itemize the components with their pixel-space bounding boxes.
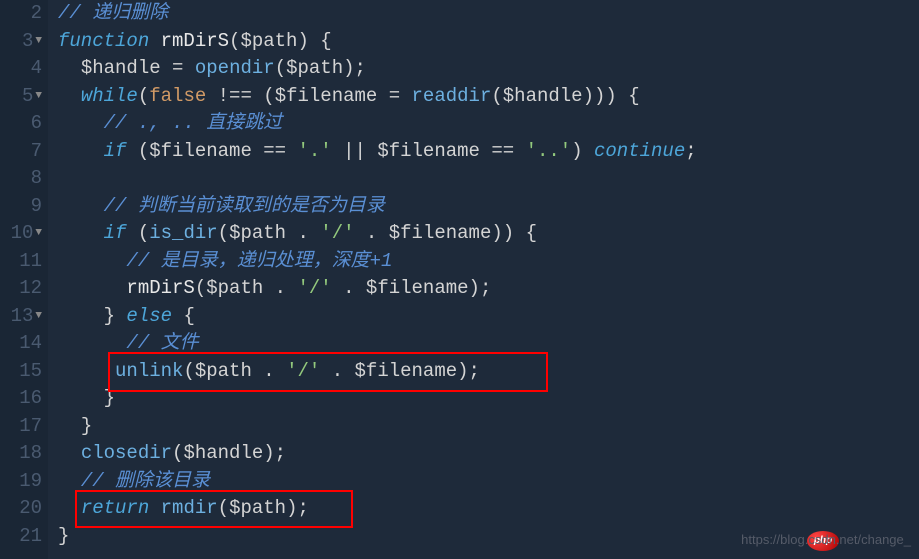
code-line[interactable]: // 判断当前读取到的是否为目录 (58, 193, 919, 221)
code-line[interactable]: // 文件 (58, 330, 919, 358)
line-number: 5▼ (0, 83, 42, 111)
line-number: 12 (0, 275, 42, 303)
code-line[interactable]: $handle = opendir($path); (58, 55, 919, 83)
watermark-text: https://blog.csdn.net/change_ (741, 526, 911, 554)
code-line[interactable]: // ., .. 直接跳过 (58, 110, 919, 138)
code-line[interactable]: function rmDirS($path) { (58, 28, 919, 56)
line-number: 17 (0, 413, 42, 441)
code-line[interactable]: } (58, 413, 919, 441)
code-line[interactable]: } else { (58, 303, 919, 331)
code-line[interactable]: while(false !== ($filename = readdir($ha… (58, 83, 919, 111)
code-line[interactable]: closedir($handle); (58, 440, 919, 468)
line-number: 7 (0, 138, 42, 166)
line-number: 13▼ (0, 303, 42, 331)
code-line[interactable]: if ($filename == '.' || $filename == '..… (58, 138, 919, 166)
line-number: 2 (0, 0, 42, 28)
fold-marker-icon[interactable]: ▼ (35, 28, 42, 56)
line-number: 8 (0, 165, 42, 193)
code-line[interactable]: rmDirS($path . '/' . $filename); (58, 275, 919, 303)
line-number: 9 (0, 193, 42, 221)
code-line[interactable]: unlink($path . '/' . $filename); (58, 358, 919, 386)
code-line[interactable]: return rmdir($path); (58, 495, 919, 523)
code-line[interactable]: // 删除该目录 (58, 468, 919, 496)
code-line[interactable]: // 递归删除 (58, 0, 919, 28)
code-line[interactable]: } (58, 385, 919, 413)
line-number: 3▼ (0, 28, 42, 56)
line-number: 20 (0, 495, 42, 523)
line-number: 14 (0, 330, 42, 358)
code-area[interactable]: // 递归删除function rmDirS($path) { $handle … (48, 0, 919, 559)
line-number: 11 (0, 248, 42, 276)
fold-marker-icon[interactable]: ▼ (35, 83, 42, 111)
line-number: 4 (0, 55, 42, 83)
code-editor[interactable]: 23▼45▼678910▼111213▼1415161718192021 // … (0, 0, 919, 559)
line-number: 21 (0, 523, 42, 551)
fold-marker-icon[interactable]: ▼ (35, 303, 42, 331)
fold-marker-icon[interactable]: ▼ (35, 220, 42, 248)
line-number: 6 (0, 110, 42, 138)
line-gutter: 23▼45▼678910▼111213▼1415161718192021 (0, 0, 48, 559)
line-number: 19 (0, 468, 42, 496)
code-line[interactable]: if (is_dir($path . '/' . $filename)) { (58, 220, 919, 248)
code-line[interactable] (58, 165, 919, 193)
line-number: 16 (0, 385, 42, 413)
code-line[interactable]: // 是目录，递归处理，深度+1 (58, 248, 919, 276)
line-number: 18 (0, 440, 42, 468)
line-number: 10▼ (0, 220, 42, 248)
line-number: 15 (0, 358, 42, 386)
